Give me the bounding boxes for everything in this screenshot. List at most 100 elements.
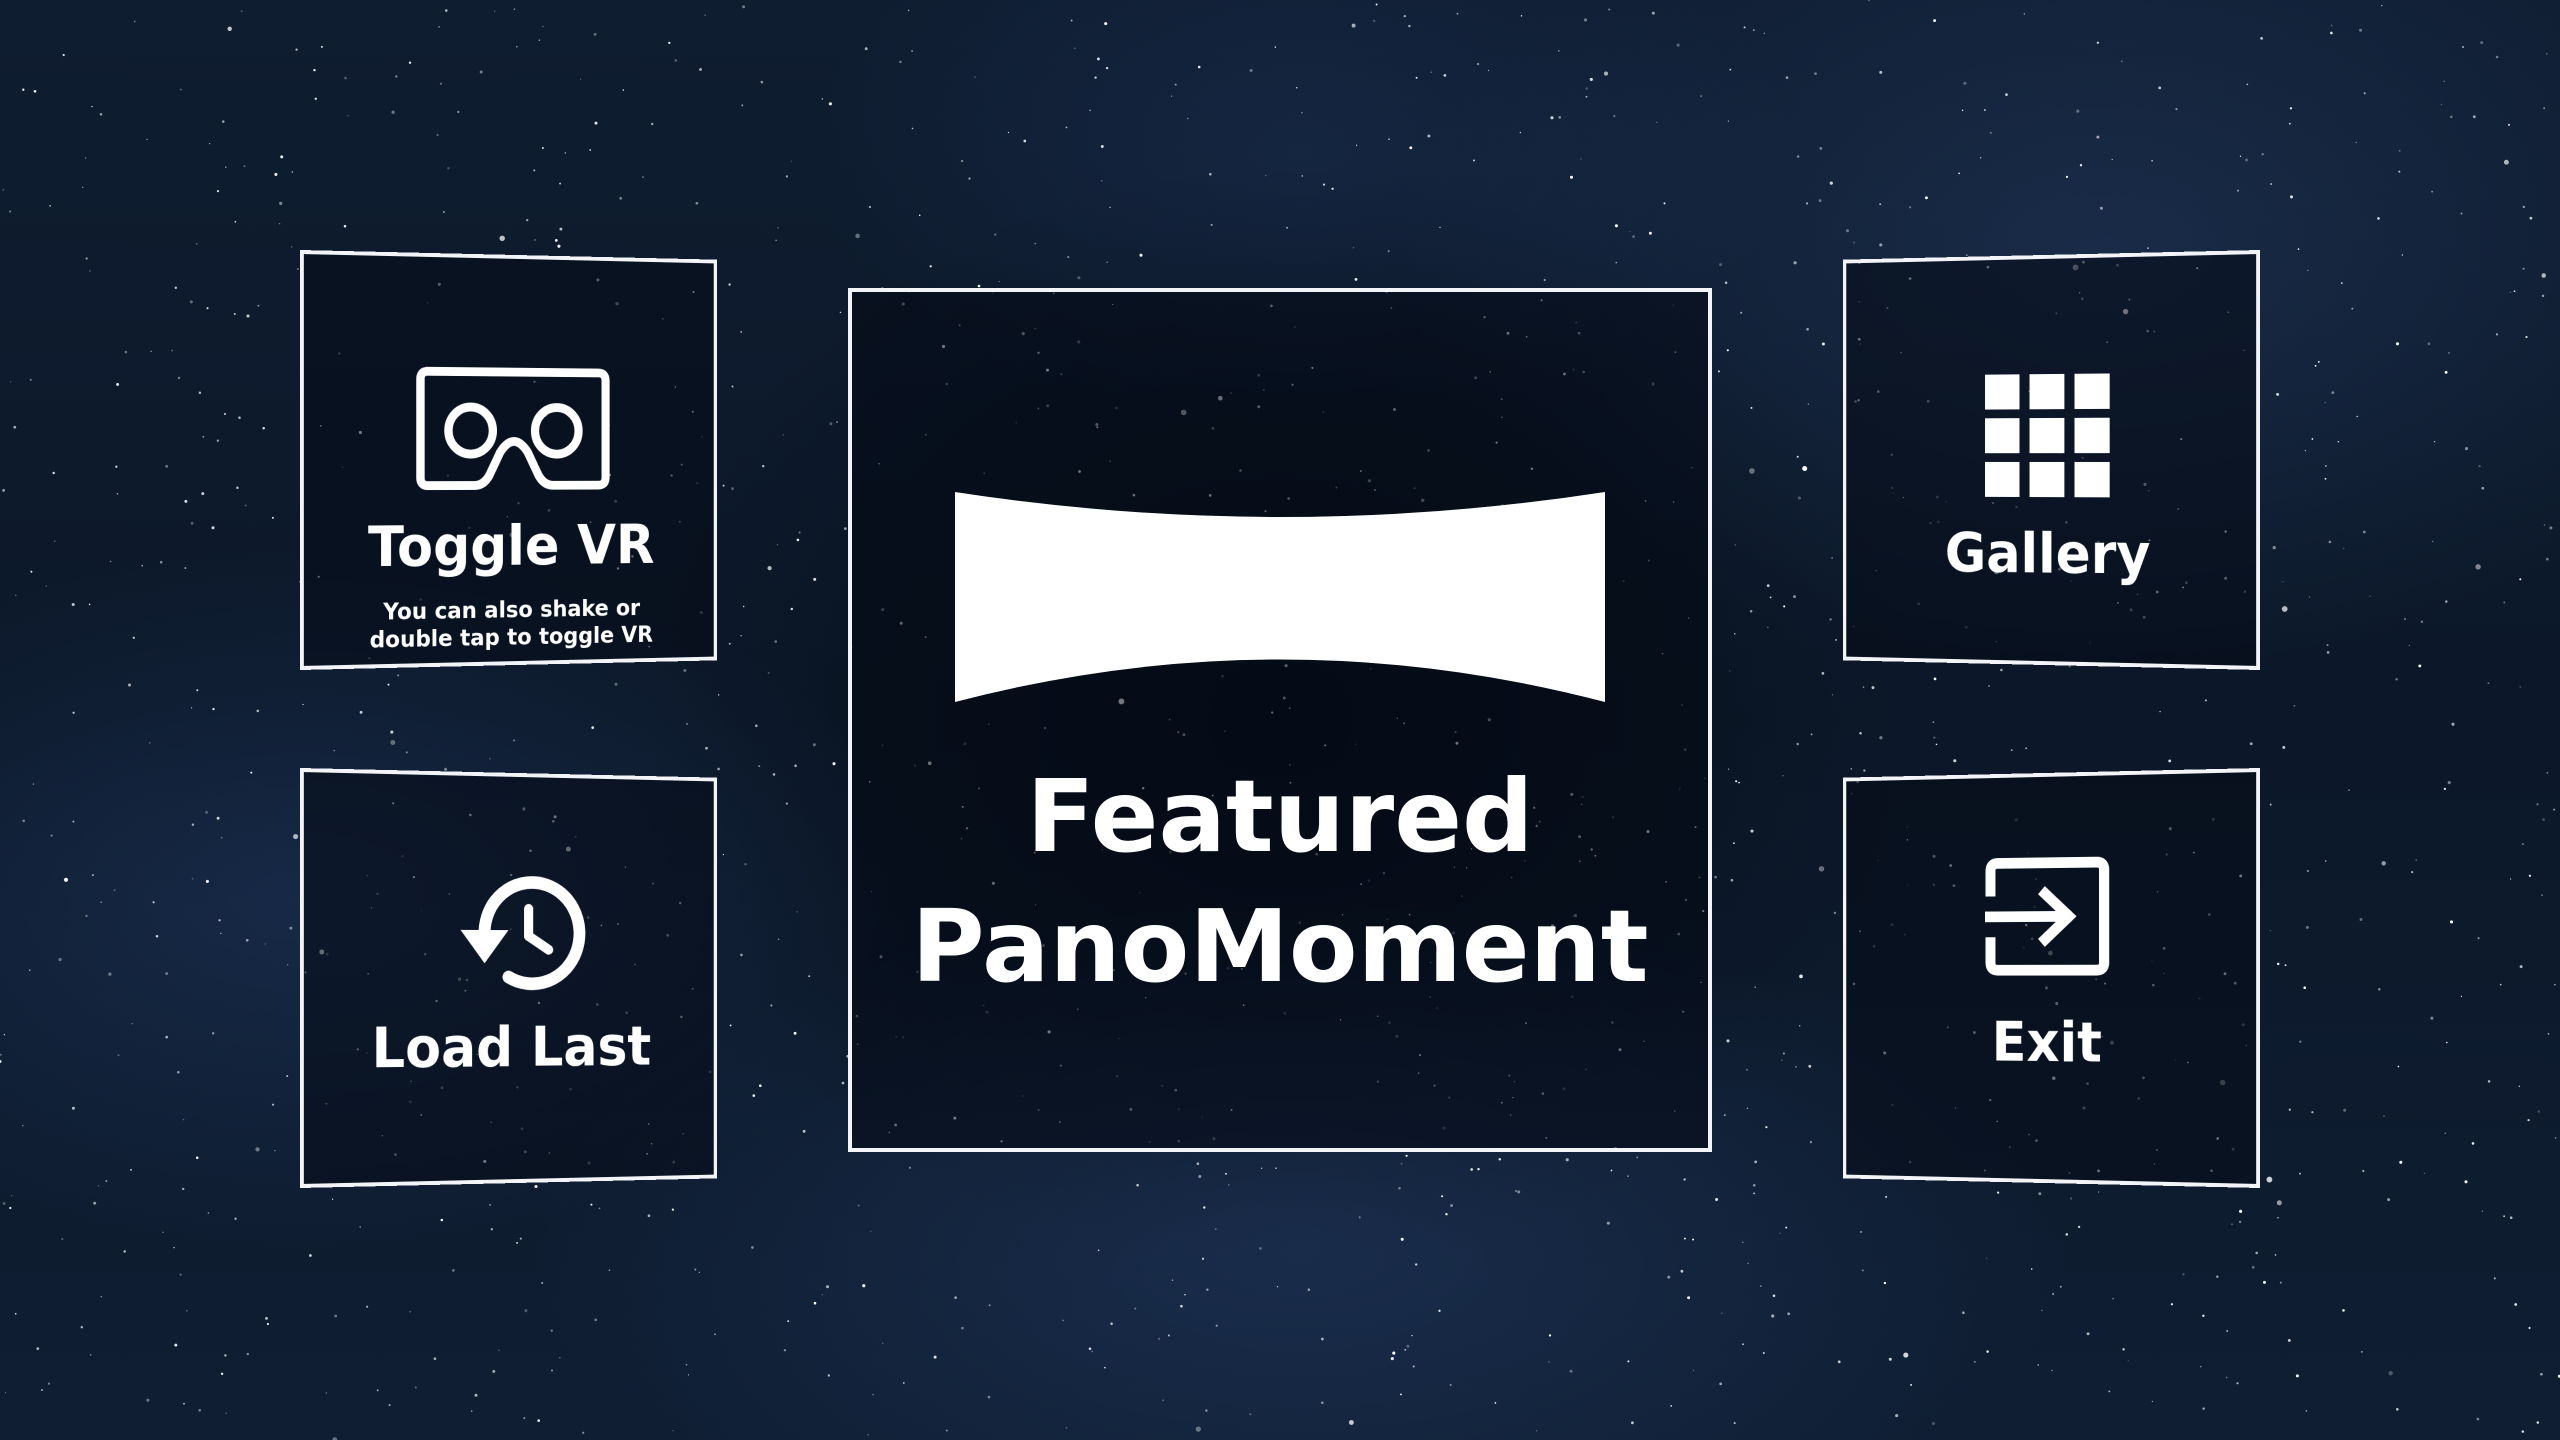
star (2499, 983, 2502, 986)
star (1411, 1334, 1413, 1337)
star (1909, 206, 1912, 209)
star (1580, 158, 1582, 160)
star (2542, 818, 2545, 821)
star (159, 560, 163, 564)
toggle-vr-hint: You can also shake or double tap to togg… (369, 595, 653, 654)
toggle-vr-button[interactable]: Toggle VR You can also shake or double t… (300, 250, 718, 670)
star (2325, 465, 2327, 467)
star (1735, 780, 1738, 783)
star (2069, 1197, 2073, 1200)
star (1809, 1140, 1813, 1144)
star (14, 1312, 17, 1315)
star (244, 504, 247, 507)
star (53, 540, 56, 543)
star (2518, 1085, 2521, 1088)
star (1535, 1430, 1538, 1432)
star (2362, 1169, 2365, 1173)
star (1106, 261, 1108, 263)
featured-panomoment-button[interactable]: Featured PanoMoment (848, 288, 1712, 1152)
star (9, 381, 12, 383)
star (1259, 1247, 1262, 1250)
star (821, 98, 824, 100)
star (1184, 1294, 1186, 1296)
star (80, 1325, 84, 1329)
exit-button[interactable]: Exit (1842, 768, 2260, 1188)
star (2431, 190, 2433, 193)
star (685, 1363, 688, 1366)
star (2513, 290, 2516, 293)
star (223, 412, 227, 416)
star (695, 201, 699, 205)
star (1403, 14, 1406, 18)
star (2293, 704, 2296, 707)
toggle-vr-label: Toggle VR (367, 513, 655, 581)
star (2000, 668, 2003, 672)
star (1859, 732, 1862, 735)
star (212, 707, 215, 711)
star (777, 938, 780, 941)
star (717, 767, 720, 771)
star (1831, 694, 1834, 696)
star (564, 152, 567, 154)
star (2326, 644, 2329, 647)
star (45, 585, 47, 587)
star (1796, 455, 1799, 458)
star (1762, 1352, 1765, 1354)
star (271, 516, 274, 519)
star (2096, 135, 2100, 139)
star (451, 1269, 455, 1272)
star (1837, 1360, 1841, 1364)
star (1807, 403, 1810, 405)
star (97, 1185, 100, 1187)
star (2420, 620, 2424, 623)
star (1782, 775, 1784, 777)
star (882, 1342, 884, 1345)
star (1734, 544, 1737, 546)
star (740, 331, 742, 333)
star (1752, 1183, 1756, 1187)
star (872, 1394, 874, 1396)
star (2381, 861, 2386, 866)
star (954, 1296, 957, 1299)
star (1766, 584, 1770, 588)
star (1439, 226, 1441, 228)
star (489, 757, 491, 760)
featured-label-line2: PanoMoment (911, 888, 1649, 1005)
star (2303, 986, 2307, 990)
star (1723, 1114, 1726, 1117)
star (2279, 1281, 2282, 1284)
star (390, 740, 396, 745)
star (523, 1417, 526, 1420)
star (2537, 1110, 2540, 1113)
star (516, 1241, 519, 1244)
star (619, 196, 623, 200)
star (2330, 31, 2333, 35)
star (29, 969, 31, 971)
star (2328, 540, 2332, 544)
star (857, 1204, 860, 1207)
star (1831, 557, 1833, 559)
star (2449, 920, 2454, 924)
star (1910, 1383, 1913, 1386)
star (2381, 4, 2383, 7)
star (828, 102, 832, 106)
star (195, 1156, 199, 1159)
star (761, 464, 765, 468)
load-last-button[interactable]: Load Last (300, 768, 718, 1188)
star (2472, 115, 2476, 119)
star (2503, 601, 2506, 604)
star (785, 175, 789, 178)
star (2287, 1338, 2291, 1342)
star (1398, 1186, 1401, 1190)
star (1408, 24, 1411, 28)
star (2503, 1215, 2505, 1217)
gallery-button[interactable]: Gallery (1842, 250, 2260, 670)
star (2249, 742, 2253, 746)
star (257, 304, 260, 307)
star (2158, 86, 2162, 90)
star (2308, 596, 2311, 598)
featured-label-line1: Featured (1026, 758, 1534, 875)
star (2446, 1041, 2448, 1044)
star (1104, 22, 1108, 26)
star (1476, 62, 1480, 66)
